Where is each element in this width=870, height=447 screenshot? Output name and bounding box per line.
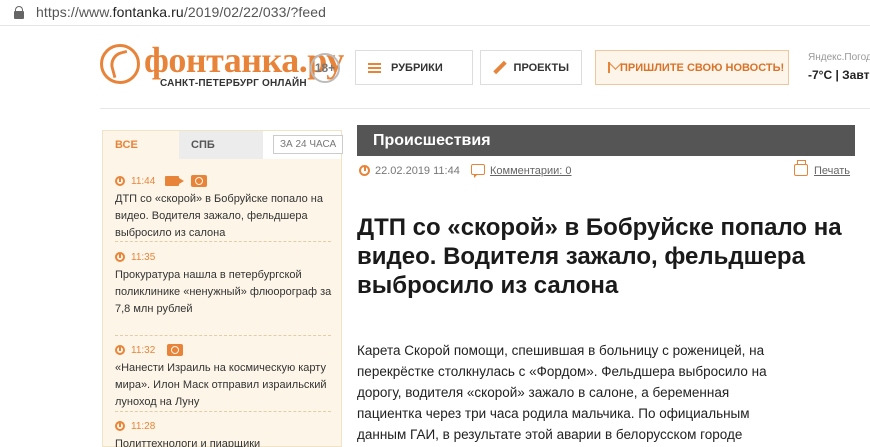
camera-icon xyxy=(191,175,208,187)
comment-icon[interactable] xyxy=(471,164,485,178)
feed-item-title[interactable]: Прокуратура нашла в петербургской поликл… xyxy=(115,267,335,318)
mail-icon xyxy=(608,62,610,73)
printer-icon[interactable] xyxy=(794,160,808,176)
tab-spb[interactable]: СПБ xyxy=(179,131,263,159)
feed-item[interactable]: 11:35 Прокуратура нашла в петербургской … xyxy=(115,249,335,318)
weather-label[interactable]: Яндекс.Погод xyxy=(808,52,870,63)
comments-link[interactable]: Комментарии: 0 xyxy=(490,165,572,177)
feed-item-title[interactable]: Политтехнологи и пиарщики xyxy=(115,436,335,447)
feed-tabs: ВСЕ СПБ ЗА 24 ЧАСА xyxy=(103,131,344,159)
article-lead: Карета Скорой помощи, спешившая в больни… xyxy=(357,343,767,442)
feed-item-time: 11:32 xyxy=(131,344,156,356)
feed-item-time: 11:35 xyxy=(131,251,156,263)
tab-24h[interactable]: ЗА 24 ЧАСА xyxy=(273,135,344,154)
camera-icon xyxy=(167,344,184,356)
feed-separator xyxy=(115,411,331,412)
clock-icon xyxy=(359,165,370,176)
age-rating-badge: 18+ xyxy=(310,53,340,83)
print-link[interactable]: Печать xyxy=(814,165,850,177)
logo-mark-icon xyxy=(100,44,140,84)
feed-item[interactable]: 11:32 «Нанести Израиль на космическую ка… xyxy=(115,342,335,411)
rubriki-button[interactable]: РУБРИКИ xyxy=(355,50,473,85)
article-meta: 22.02.2019 11:44 Комментарии: 0 Печать xyxy=(357,160,855,181)
feed-separator xyxy=(115,241,331,242)
article-date: 22.02.2019 11:44 xyxy=(375,165,460,177)
menu-icon xyxy=(368,62,381,73)
feed-item-title[interactable]: ДТП со «скорой» в Бобруйске попало на ви… xyxy=(115,191,335,242)
lock-icon[interactable] xyxy=(14,6,24,19)
feed-item-time: 11:44 xyxy=(131,175,156,187)
projects-label: ПРОЕКТЫ xyxy=(513,61,569,74)
article-headline: ДТП со «скорой» в Бобруйске попало на ви… xyxy=(357,214,842,299)
site-logo[interactable]: фонтанка.ру САНКТ-ПЕТЕРБУРГ ОНЛАЙН xyxy=(100,38,344,94)
weather-value: -7°C | Завтр xyxy=(808,68,870,82)
news-feed: ВСЕ СПБ ЗА 24 ЧАСА 11:44 ДТП со «скорой»… xyxy=(102,130,344,447)
feed-separator xyxy=(115,335,331,336)
video-icon xyxy=(165,176,185,186)
projects-button[interactable]: ПРОЕКТЫ xyxy=(480,50,582,85)
feed-item[interactable]: 11:28 Политтехнологи и пиарщики xyxy=(115,418,335,447)
browser-address-bar[interactable]: https://www.fontanka.ru/2019/02/22/033/?… xyxy=(0,0,870,26)
rubriki-label: РУБРИКИ xyxy=(391,61,443,74)
pencil-icon xyxy=(493,61,504,75)
clock-icon xyxy=(115,345,125,355)
feed-item-time: 11:28 xyxy=(131,420,156,432)
clock-icon xyxy=(115,252,125,262)
send-news-label: ПРИШЛИТЕ СВОЮ НОВОСТЬ! xyxy=(620,61,785,74)
send-news-button[interactable]: ПРИШЛИТЕ СВОЮ НОВОСТЬ! xyxy=(595,50,789,85)
feed-item[interactable]: 11:44 ДТП со «скорой» в Бобруйске попало… xyxy=(115,173,335,242)
clock-icon xyxy=(115,421,125,431)
tab-all[interactable]: ВСЕ xyxy=(103,131,179,159)
logo-subtitle: САНКТ-ПЕТЕРБУРГ ОНЛАЙН xyxy=(160,78,307,89)
feed-item-title[interactable]: «Нанести Израиль на космическую карту ми… xyxy=(115,360,335,411)
rubric-header[interactable]: Происшествия xyxy=(357,125,855,156)
url-text[interactable]: https://www.fontanka.ru/2019/02/22/033/?… xyxy=(36,4,326,20)
clock-icon xyxy=(115,176,125,186)
header-divider xyxy=(100,108,870,109)
